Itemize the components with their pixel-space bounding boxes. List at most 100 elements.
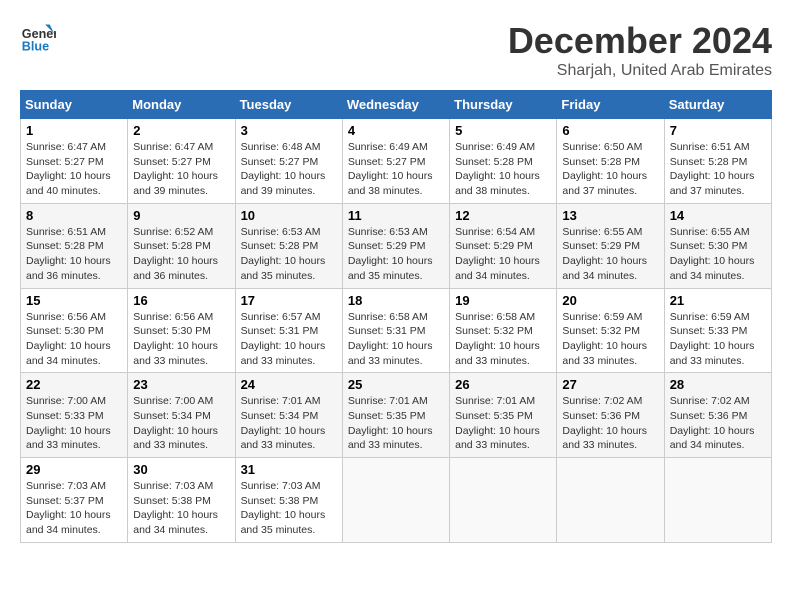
day-number: 26 [455,377,551,392]
day-number: 3 [241,123,337,138]
day-info: Sunrise: 6:55 AM Sunset: 5:30 PM Dayligh… [670,225,766,284]
day-number: 13 [562,208,658,223]
calendar-cell: 2 Sunrise: 6:47 AM Sunset: 5:27 PM Dayli… [128,119,235,204]
day-number: 5 [455,123,551,138]
day-number: 25 [348,377,444,392]
day-info: Sunrise: 6:54 AM Sunset: 5:29 PM Dayligh… [455,225,551,284]
calendar-cell: 12 Sunrise: 6:54 AM Sunset: 5:29 PM Dayl… [450,203,557,288]
day-info: Sunrise: 7:02 AM Sunset: 5:36 PM Dayligh… [562,394,658,453]
location-subtitle: Sharjah, United Arab Emirates [508,62,772,80]
day-info: Sunrise: 6:56 AM Sunset: 5:30 PM Dayligh… [26,310,122,369]
calendar-cell: 21 Sunrise: 6:59 AM Sunset: 5:33 PM Dayl… [664,288,771,373]
calendar-cell: 14 Sunrise: 6:55 AM Sunset: 5:30 PM Dayl… [664,203,771,288]
calendar-week-row: 8 Sunrise: 6:51 AM Sunset: 5:28 PM Dayli… [21,203,772,288]
day-info: Sunrise: 6:59 AM Sunset: 5:33 PM Dayligh… [670,310,766,369]
calendar-cell: 6 Sunrise: 6:50 AM Sunset: 5:28 PM Dayli… [557,119,664,204]
calendar-cell: 20 Sunrise: 6:59 AM Sunset: 5:32 PM Dayl… [557,288,664,373]
calendar-cell: 3 Sunrise: 6:48 AM Sunset: 5:27 PM Dayli… [235,119,342,204]
day-number: 2 [133,123,229,138]
day-info: Sunrise: 6:58 AM Sunset: 5:31 PM Dayligh… [348,310,444,369]
svg-text:Blue: Blue [22,40,49,54]
calendar-week-row: 15 Sunrise: 6:56 AM Sunset: 5:30 PM Dayl… [21,288,772,373]
calendar-cell: 24 Sunrise: 7:01 AM Sunset: 5:34 PM Dayl… [235,373,342,458]
day-info: Sunrise: 7:01 AM Sunset: 5:34 PM Dayligh… [241,394,337,453]
calendar-cell: 25 Sunrise: 7:01 AM Sunset: 5:35 PM Dayl… [342,373,449,458]
header: General Blue December 2024 Sharjah, Unit… [20,20,772,80]
col-thursday: Thursday [450,91,557,119]
day-number: 6 [562,123,658,138]
calendar-week-row: 29 Sunrise: 7:03 AM Sunset: 5:37 PM Dayl… [21,458,772,543]
day-number: 21 [670,293,766,308]
col-tuesday: Tuesday [235,91,342,119]
day-info: Sunrise: 6:50 AM Sunset: 5:28 PM Dayligh… [562,140,658,199]
col-friday: Friday [557,91,664,119]
calendar-week-row: 1 Sunrise: 6:47 AM Sunset: 5:27 PM Dayli… [21,119,772,204]
calendar-cell: 9 Sunrise: 6:52 AM Sunset: 5:28 PM Dayli… [128,203,235,288]
col-sunday: Sunday [21,91,128,119]
day-info: Sunrise: 6:47 AM Sunset: 5:27 PM Dayligh… [26,140,122,199]
day-info: Sunrise: 6:56 AM Sunset: 5:30 PM Dayligh… [133,310,229,369]
calendar-cell: 26 Sunrise: 7:01 AM Sunset: 5:35 PM Dayl… [450,373,557,458]
day-info: Sunrise: 7:01 AM Sunset: 5:35 PM Dayligh… [455,394,551,453]
calendar-cell [342,458,449,543]
calendar-cell: 28 Sunrise: 7:02 AM Sunset: 5:36 PM Dayl… [664,373,771,458]
day-info: Sunrise: 6:53 AM Sunset: 5:29 PM Dayligh… [348,225,444,284]
calendar-cell: 7 Sunrise: 6:51 AM Sunset: 5:28 PM Dayli… [664,119,771,204]
day-number: 22 [26,377,122,392]
calendar-week-row: 22 Sunrise: 7:00 AM Sunset: 5:33 PM Dayl… [21,373,772,458]
day-number: 10 [241,208,337,223]
day-number: 4 [348,123,444,138]
day-number: 7 [670,123,766,138]
day-info: Sunrise: 6:58 AM Sunset: 5:32 PM Dayligh… [455,310,551,369]
calendar-cell: 8 Sunrise: 6:51 AM Sunset: 5:28 PM Dayli… [21,203,128,288]
calendar-cell [450,458,557,543]
calendar-cell: 18 Sunrise: 6:58 AM Sunset: 5:31 PM Dayl… [342,288,449,373]
day-number: 14 [670,208,766,223]
day-info: Sunrise: 6:51 AM Sunset: 5:28 PM Dayligh… [26,225,122,284]
day-number: 17 [241,293,337,308]
calendar-cell [664,458,771,543]
day-number: 9 [133,208,229,223]
day-info: Sunrise: 7:00 AM Sunset: 5:33 PM Dayligh… [26,394,122,453]
day-info: Sunrise: 7:03 AM Sunset: 5:38 PM Dayligh… [133,479,229,538]
col-wednesday: Wednesday [342,91,449,119]
day-info: Sunrise: 6:51 AM Sunset: 5:28 PM Dayligh… [670,140,766,199]
calendar-cell: 5 Sunrise: 6:49 AM Sunset: 5:28 PM Dayli… [450,119,557,204]
day-number: 11 [348,208,444,223]
day-number: 24 [241,377,337,392]
calendar-cell: 1 Sunrise: 6:47 AM Sunset: 5:27 PM Dayli… [21,119,128,204]
day-info: Sunrise: 6:48 AM Sunset: 5:27 PM Dayligh… [241,140,337,199]
title-block: December 2024 Sharjah, United Arab Emira… [508,20,772,80]
day-number: 31 [241,462,337,477]
day-number: 1 [26,123,122,138]
day-number: 19 [455,293,551,308]
day-info: Sunrise: 7:00 AM Sunset: 5:34 PM Dayligh… [133,394,229,453]
day-number: 18 [348,293,444,308]
day-number: 20 [562,293,658,308]
calendar-cell: 17 Sunrise: 6:57 AM Sunset: 5:31 PM Dayl… [235,288,342,373]
day-number: 27 [562,377,658,392]
calendar-cell: 4 Sunrise: 6:49 AM Sunset: 5:27 PM Dayli… [342,119,449,204]
calendar-cell: 27 Sunrise: 7:02 AM Sunset: 5:36 PM Dayl… [557,373,664,458]
day-number: 23 [133,377,229,392]
day-info: Sunrise: 7:03 AM Sunset: 5:38 PM Dayligh… [241,479,337,538]
calendar-cell: 31 Sunrise: 7:03 AM Sunset: 5:38 PM Dayl… [235,458,342,543]
day-info: Sunrise: 6:49 AM Sunset: 5:27 PM Dayligh… [348,140,444,199]
calendar-cell: 10 Sunrise: 6:53 AM Sunset: 5:28 PM Dayl… [235,203,342,288]
month-title: December 2024 [508,20,772,62]
day-info: Sunrise: 7:03 AM Sunset: 5:37 PM Dayligh… [26,479,122,538]
calendar-cell: 15 Sunrise: 6:56 AM Sunset: 5:30 PM Dayl… [21,288,128,373]
header-row: Sunday Monday Tuesday Wednesday Thursday… [21,91,772,119]
calendar-cell: 16 Sunrise: 6:56 AM Sunset: 5:30 PM Dayl… [128,288,235,373]
calendar-cell: 11 Sunrise: 6:53 AM Sunset: 5:29 PM Dayl… [342,203,449,288]
calendar-table: Sunday Monday Tuesday Wednesday Thursday… [20,90,772,543]
col-monday: Monday [128,91,235,119]
day-number: 28 [670,377,766,392]
day-number: 15 [26,293,122,308]
calendar-cell: 22 Sunrise: 7:00 AM Sunset: 5:33 PM Dayl… [21,373,128,458]
calendar-cell: 23 Sunrise: 7:00 AM Sunset: 5:34 PM Dayl… [128,373,235,458]
day-number: 12 [455,208,551,223]
day-info: Sunrise: 6:49 AM Sunset: 5:28 PM Dayligh… [455,140,551,199]
calendar-cell: 30 Sunrise: 7:03 AM Sunset: 5:38 PM Dayl… [128,458,235,543]
calendar-cell: 19 Sunrise: 6:58 AM Sunset: 5:32 PM Dayl… [450,288,557,373]
